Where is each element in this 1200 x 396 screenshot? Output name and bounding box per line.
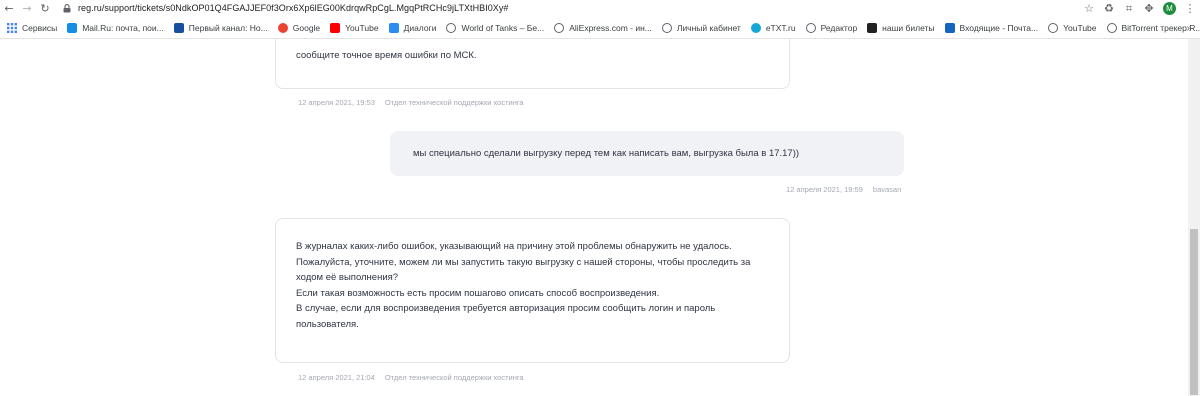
bookmark-label: Google bbox=[292, 22, 321, 33]
message-text: мы специально сделали выгрузку перед тем… bbox=[413, 148, 800, 159]
message-meta: 12 апреля 2021, 19:53 Отдел технической п… bbox=[298, 98, 524, 107]
bookmarks-more-button[interactable]: » bbox=[1186, 17, 1192, 39]
message-text-line: пользователя. bbox=[296, 318, 359, 330]
message-text-line: ходом её выполнения? bbox=[296, 272, 399, 284]
bookmark-item[interactable]: Google bbox=[273, 17, 325, 39]
address-bar[interactable]: reg.ru/support/tickets/s0NdkOP01Q4FGAJJE… bbox=[62, 1, 508, 15]
menu-kebab-icon[interactable]: ⋮ bbox=[1180, 0, 1200, 17]
message-sender: bavasan bbox=[872, 185, 902, 194]
message-sender: Отдел технической поддержки хостинга bbox=[384, 98, 524, 107]
mail-inbox-icon bbox=[944, 22, 955, 33]
bookmark-label: World of Tanks – Бе... bbox=[461, 22, 545, 33]
channel-one-icon bbox=[173, 22, 184, 33]
globe-icon bbox=[554, 22, 565, 33]
bookmark-label: Личный кабинет bbox=[676, 22, 741, 33]
message-time: 12 апреля 2021, 19:53 bbox=[298, 98, 375, 107]
reload-icon[interactable]: ↻ bbox=[36, 0, 54, 17]
globe-icon bbox=[446, 22, 457, 33]
apps-grid-icon bbox=[7, 22, 17, 33]
globe-icon bbox=[1048, 22, 1059, 33]
bookmark-label: Редактор bbox=[820, 22, 858, 33]
bookmark-item[interactable]: Mail.Ru: почта, пои... bbox=[62, 17, 169, 39]
bookmark-label: наши билеты bbox=[882, 22, 935, 33]
support-message: В журналах каких-либо ошибок, указывающи… bbox=[275, 218, 790, 363]
url-text: reg.ru/support/tickets/s0NdkOP01Q4FGAJJE… bbox=[78, 3, 508, 13]
bookmark-label: Сервисы bbox=[22, 22, 58, 33]
bookmark-item[interactable]: наши билеты bbox=[862, 17, 939, 39]
message-meta: 12 апреля 2021, 19:59 bavasan bbox=[786, 185, 901, 194]
google-icon bbox=[277, 22, 288, 33]
etxt-icon bbox=[750, 22, 761, 33]
message-sender: Отдел технической поддержки хостинга bbox=[384, 373, 524, 382]
profile-avatar[interactable]: M bbox=[1163, 2, 1176, 15]
recycle-extension-icon[interactable]: ♻ bbox=[1099, 0, 1119, 17]
bookmark-item[interactable]: Первый канал: Но... bbox=[169, 17, 273, 39]
page-scrollbar[interactable] bbox=[1188, 39, 1200, 396]
bookmark-label: YouTube bbox=[1063, 22, 1097, 33]
message-time: 12 апреля 2021, 21:04 bbox=[298, 373, 375, 382]
bookmark-item[interactable]: Личный кабинет bbox=[657, 17, 746, 39]
bookmark-item[interactable]: YouTube bbox=[1043, 17, 1101, 39]
bookmark-item[interactable]: World of Tanks – Бе... bbox=[441, 17, 549, 39]
bookmark-label: Mail.Ru: почта, пои... bbox=[82, 22, 164, 33]
mailru-icon bbox=[67, 22, 78, 33]
user-message: мы специально сделали выгрузку перед тем… bbox=[390, 131, 904, 176]
k-logo-icon bbox=[867, 22, 878, 33]
globe-icon bbox=[1106, 22, 1117, 33]
support-message: сообщите точное время ошибки по МСК. bbox=[275, 39, 790, 89]
bookmark-item[interactable]: Диалоги bbox=[384, 17, 442, 39]
bookmark-label: YouTube bbox=[345, 22, 379, 33]
bookmark-star-icon[interactable]: ☆ bbox=[1079, 0, 1099, 17]
bookmark-label: Входящие - Почта... bbox=[959, 22, 1039, 33]
forward-icon[interactable]: → bbox=[18, 0, 36, 17]
capture-extension-icon[interactable]: ⌗ bbox=[1119, 0, 1139, 17]
bookmark-label: eTXT.ru bbox=[765, 22, 796, 33]
url-host: reg.ru bbox=[78, 3, 102, 13]
dialogs-icon bbox=[388, 22, 399, 33]
bookmark-item[interactable]: eTXT.ru bbox=[746, 17, 801, 39]
globe-icon bbox=[661, 22, 672, 33]
lock-icon bbox=[62, 3, 72, 13]
bookmark-item[interactable]: Редактор bbox=[801, 17, 863, 39]
message-text-line: Если такая возможность есть просим пошаг… bbox=[296, 287, 660, 299]
bookmarks-bar: Сервисы Mail.Ru: почта, пои... Первый кана… bbox=[0, 17, 1200, 39]
ticket-page: сообщите точное время ошибки по МСК. 12 … bbox=[0, 39, 1200, 396]
message-time: 12 апреля 2021, 19:59 bbox=[786, 185, 863, 194]
bookmark-item[interactable]: Входящие - Почта... bbox=[940, 17, 1044, 39]
message-text-line: В случае, если для воспроизведения требу… bbox=[296, 303, 716, 315]
url-path: /support/tickets/s0NdkOP01Q4FGAJJEF0f3Or… bbox=[101, 3, 509, 13]
bookmark-label: AliExpress.com - ин... bbox=[569, 22, 652, 33]
message-text-line: В журналах каких-либо ошибок, указывающи… bbox=[296, 241, 732, 252]
bookmark-item[interactable]: AliExpress.com - ин... bbox=[549, 17, 657, 39]
globe-icon bbox=[805, 22, 816, 33]
youtube-icon bbox=[330, 22, 341, 33]
browser-toolbar: ← → ↻ reg.ru/support/tickets/s0NdkOP01Q4… bbox=[0, 0, 1200, 17]
scrollbar-thumb[interactable] bbox=[1190, 229, 1198, 395]
back-icon[interactable]: ← bbox=[0, 0, 18, 17]
message-text: сообщите точное время ошибки по МСК. bbox=[296, 50, 477, 61]
bookmark-item[interactable]: Сервисы bbox=[2, 17, 62, 39]
bookmark-label: Первый канал: Но... bbox=[188, 22, 268, 33]
bookmark-label: Диалоги bbox=[403, 22, 437, 33]
extensions-puzzle-icon[interactable]: ✥ bbox=[1139, 0, 1159, 17]
bookmark-item[interactable]: BitTorrent трекер R... bbox=[1102, 17, 1200, 39]
bookmark-item[interactable]: YouTube bbox=[325, 17, 383, 39]
message-meta: 12 апреля 2021, 21:04 Отдел технической п… bbox=[298, 373, 524, 382]
message-text-line: Пожалуйста, уточните, можем ли мы запуст… bbox=[296, 256, 751, 268]
